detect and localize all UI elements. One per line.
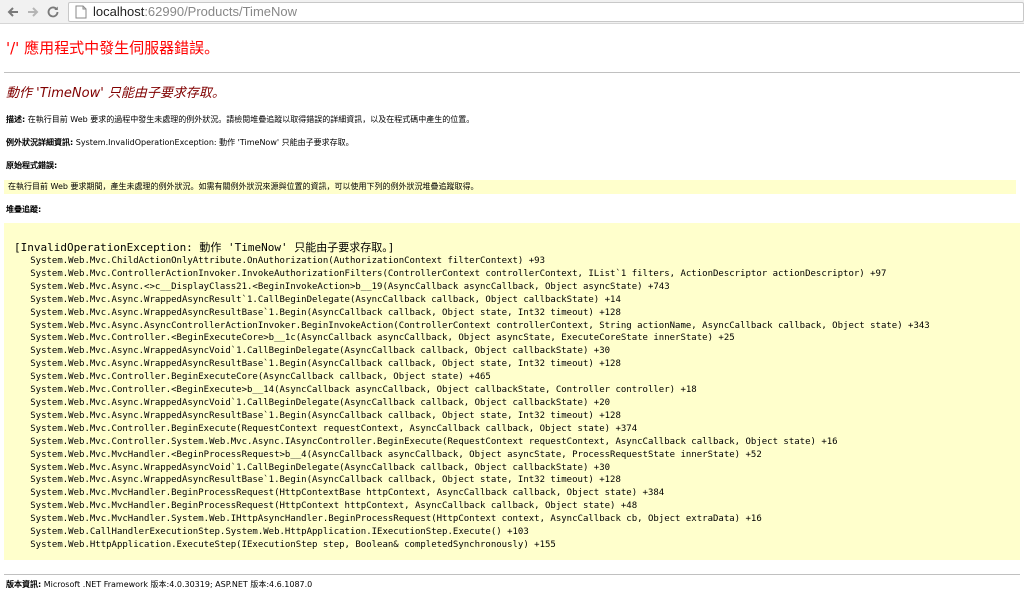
stack-line: System.Web.Mvc.Async.WrappedAsyncVoid`1.… [14, 397, 611, 408]
stack-line: System.Web.Mvc.ChildActionOnlyAttribute.… [14, 256, 546, 266]
stack-line: System.Web.Mvc.ControllerActionInvoker.I… [14, 268, 887, 279]
stack-line: System.Web.Mvc.Controller.BeginExecute(R… [14, 423, 638, 434]
error-page: '/' 應用程式中發生伺服器錯誤。 動作 'TimeNow' 只能由子要求存取。… [0, 38, 1024, 590]
forward-button[interactable] [24, 3, 42, 21]
stack-line: System.Web.Mvc.MvcHandler.BeginProcessRe… [14, 501, 638, 512]
stack-line: System.Web.Mvc.Controller.BeginExecuteCo… [14, 372, 491, 383]
stack-line: System.Web.HttpApplication.ExecuteStep(I… [14, 539, 556, 550]
stack-trace-paragraph: 堆疊追蹤: [6, 204, 1020, 215]
back-button[interactable] [4, 3, 22, 21]
description-label: 描述: [6, 115, 26, 124]
error-heading: 動作 'TimeNow' 只能由子要求存取。 [6, 86, 225, 101]
stack-line: System.Web.CallHandlerExecutionStep.Syst… [14, 527, 529, 538]
version-text: Microsoft .NET Framework 版本:4.0.30319; A… [41, 580, 313, 589]
url-host: localhost [93, 4, 145, 19]
stack-line: System.Web.Mvc.MvcHandler.System.Web.IHt… [14, 514, 762, 525]
back-arrow-icon [7, 6, 18, 17]
exception-paragraph: 例外狀況詳細資訊: System.InvalidOperationExcepti… [6, 137, 1020, 148]
stack-line: System.Web.Mvc.Async.WrappedAsyncResult`… [14, 294, 621, 305]
stack-line: System.Web.Mvc.Async.WrappedAsyncResultB… [14, 307, 621, 318]
description-text: 在執行目前 Web 要求的過程中發生未處理的例外狀況。請檢閱堆疊追蹤以取得錯誤的… [25, 115, 475, 124]
exception-text: System.InvalidOperationException: 動作 'Ti… [73, 138, 354, 147]
stack-line: System.Web.Mvc.MvcHandler.BeginProcessRe… [14, 488, 665, 499]
stack-trace-label: 堆疊追蹤: [6, 205, 42, 214]
stack-line: System.Web.Mvc.Async.WrappedAsyncResultB… [14, 475, 621, 486]
stack-trace-header: [InvalidOperationException: 動作 'TimeNow'… [14, 241, 395, 254]
stack-trace-box: [InvalidOperationException: 動作 'TimeNow'… [4, 223, 1020, 560]
description-paragraph: 描述: 在執行目前 Web 要求的過程中發生未處理的例外狀況。請檢閱堆疊追蹤以取… [6, 114, 1020, 125]
stack-line: System.Web.Mvc.Controller.<BeginExecuteC… [14, 333, 735, 344]
stack-line: System.Web.Mvc.Async.WrappedAsyncVoid`1.… [14, 462, 611, 473]
error-title: '/' 應用程式中發生伺服器錯誤。 [6, 39, 220, 57]
source-error-box: 在執行目前 Web 要求期間，產生未處理的例外狀況。如需有關例外狀況來源與位置的… [4, 180, 1016, 194]
address-bar[interactable]: localhost:62990/Products/TimeNow [68, 1, 1024, 22]
forward-arrow-icon [28, 6, 39, 17]
source-error-paragraph: 原始程式錯誤: [6, 160, 1020, 171]
stack-line: System.Web.Mvc.Async.WrappedAsyncResultB… [14, 359, 621, 370]
title-divider [4, 72, 1020, 73]
stack-line: System.Web.Mvc.Controller.System.Web.Mvc… [14, 436, 838, 447]
stack-line: System.Web.Mvc.Controller.<BeginExecute>… [14, 385, 697, 396]
stack-line: System.Web.Mvc.Async.WrappedAsyncVoid`1.… [14, 346, 611, 357]
page-icon [75, 5, 87, 18]
browser-toolbar: localhost:62990/Products/TimeNow [0, 0, 1024, 24]
exception-label: 例外狀況詳細資訊: [6, 138, 74, 147]
stack-line: System.Web.Mvc.MvcHandler.<BeginProcessR… [14, 449, 762, 460]
source-error-label: 原始程式錯誤: [6, 161, 58, 170]
stack-line: System.Web.Mvc.Async.WrappedAsyncResultB… [14, 410, 621, 421]
stack-line: System.Web.Mvc.Async.<>c__DisplayClass21… [14, 281, 670, 292]
version-label: 版本資訊: [6, 580, 42, 589]
reload-button[interactable] [44, 3, 62, 21]
source-error-text: 在執行目前 Web 要求期間，產生未處理的例外狀況。如需有關例外狀況來源與位置的… [8, 182, 479, 191]
reload-icon [47, 6, 59, 17]
footer-divider [4, 574, 1020, 575]
url-path: :62990/Products/TimeNow [144, 4, 298, 19]
version-info: 版本資訊: Microsoft .NET Framework 版本:4.0.30… [6, 579, 1020, 590]
stack-line: System.Web.Mvc.Async.AsyncControllerActi… [14, 320, 930, 331]
